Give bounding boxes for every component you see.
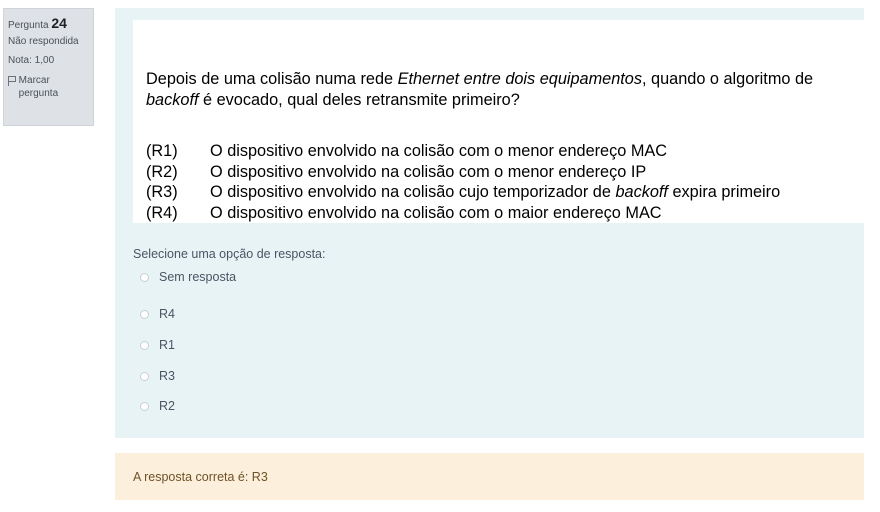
radio-button[interactable] [140, 340, 149, 350]
question-grade: Nota: 1,00 [8, 55, 55, 67]
question-option-r4: (R4) O dispositivo envolvido na colisão … [146, 203, 780, 224]
option-code: (R2) [146, 162, 178, 181]
answer-choice-r3[interactable]: R3 [140, 369, 175, 383]
answer-choice-label: R2 [159, 399, 175, 413]
option-code: (R3) [146, 183, 178, 201]
option-text-italic: backoff [615, 183, 668, 201]
correct-answer-text: A resposta correta é: R3 [133, 469, 268, 484]
question-options-list: (R1) O dispositivo envolvido na colisão … [146, 141, 780, 223]
answer-choice-label: Sem resposta [159, 270, 237, 284]
answer-choice-r1[interactable]: R1 [140, 338, 175, 352]
option-text-part: expira primeiro [667, 183, 781, 201]
question-stem-italic: backoff [146, 91, 199, 109]
option-text: O dispositivo envolvido na colisão cujo … [210, 182, 780, 203]
question-text-box: Depois de uma colisão numa rede Ethernet… [133, 20, 864, 223]
question-content: Depois de uma colisão numa rede Ethernet… [115, 8, 864, 438]
question-option-r3: (R3) O dispositivo envolvido na colisão … [146, 182, 780, 203]
question-label: Pergunta [8, 20, 49, 31]
answer-choice-r4[interactable]: R4 [140, 307, 175, 321]
question-number: Pergunta 24 [8, 14, 89, 33]
flag-question-button[interactable]: Marcar pergunta [8, 74, 89, 101]
answer-choice-label: R3 [159, 369, 175, 383]
answer-prompt: Selecione uma opção de resposta: [133, 247, 326, 261]
option-text: O dispositivo envolvido na colisão com o… [210, 162, 647, 181]
answer-choice-sem-resposta[interactable]: Sem resposta [140, 270, 236, 284]
option-text: O dispositivo envolvido na colisão com o… [210, 203, 662, 222]
radio-button[interactable] [140, 272, 149, 282]
question-stem-part: Depois de uma colisão numa rede [146, 70, 398, 88]
radio-button[interactable] [140, 309, 149, 319]
question-stem-part: é evocado, qual deles retransmite primei… [198, 91, 520, 109]
radio-button[interactable] [140, 371, 149, 381]
question-option-r2: (R2) O dispositivo envolvido na colisão … [146, 162, 780, 183]
question-number-value: 24 [51, 15, 67, 31]
question-stem: Depois de uma colisão numa rede Ethernet… [146, 69, 861, 111]
question-stem-part: , quando o algoritmo de [642, 70, 814, 88]
flag-question-label: Marcar pergunta [18, 74, 59, 100]
option-text-part: O dispositivo envolvido na colisão cujo … [210, 183, 616, 201]
option-code: (R1) [146, 142, 178, 160]
question-stem-italic: Ethernet entre dois equipamentos [397, 70, 642, 88]
correct-answer-feedback: A resposta correta é: R3 [115, 453, 864, 500]
answer-choice-label: R1 [159, 338, 175, 352]
question-option-r1: (R1) O dispositivo envolvido na colisão … [146, 141, 780, 162]
radio-button[interactable] [140, 401, 149, 411]
flag-icon [8, 75, 16, 86]
question-status: Não respondida [8, 35, 79, 47]
question-info-panel: Pergunta 24 Não respondida Nota: 1,00 Ma… [3, 8, 94, 126]
answer-choice-label: R4 [159, 307, 175, 321]
option-code: (R4) [146, 203, 178, 222]
option-text: O dispositivo envolvido na colisão com o… [210, 142, 668, 160]
answer-choice-r2[interactable]: R2 [140, 399, 175, 413]
